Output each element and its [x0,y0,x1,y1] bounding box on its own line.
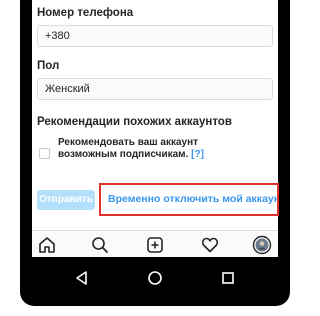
phone-input[interactable]: +380 [37,25,273,47]
highlight-annotation [99,183,279,216]
search-icon[interactable] [90,235,110,255]
recommend-checkbox[interactable] [39,148,50,159]
heart-icon[interactable] [200,235,220,255]
android-navigation-bar [20,257,290,299]
gender-select[interactable]: Женский [37,78,273,100]
profile-avatar[interactable] [252,235,272,255]
recommend-text: Рекомендовать ваш аккаунт возможным подп… [58,137,199,160]
back-icon[interactable] [72,268,92,288]
home-icon[interactable] [37,235,57,255]
submit-button[interactable]: Отправить [37,190,95,210]
gender-label: Пол [37,60,60,72]
recommendations-heading: Рекомендации похожих аккаунтов [37,116,232,128]
add-post-icon[interactable] [145,235,165,255]
edit-profile-screen: Номер телефона +380 Пол Женский Рекоменд… [32,0,278,257]
recommend-checkbox-label: Рекомендовать ваш аккаунт возможным подп… [58,137,208,161]
recents-icon[interactable] [218,268,238,288]
home-icon[interactable] [145,268,165,288]
phone-label: Номер телефона [37,7,134,19]
bottom-tab-bar [32,230,278,257]
help-link[interactable]: [?] [191,149,204,160]
